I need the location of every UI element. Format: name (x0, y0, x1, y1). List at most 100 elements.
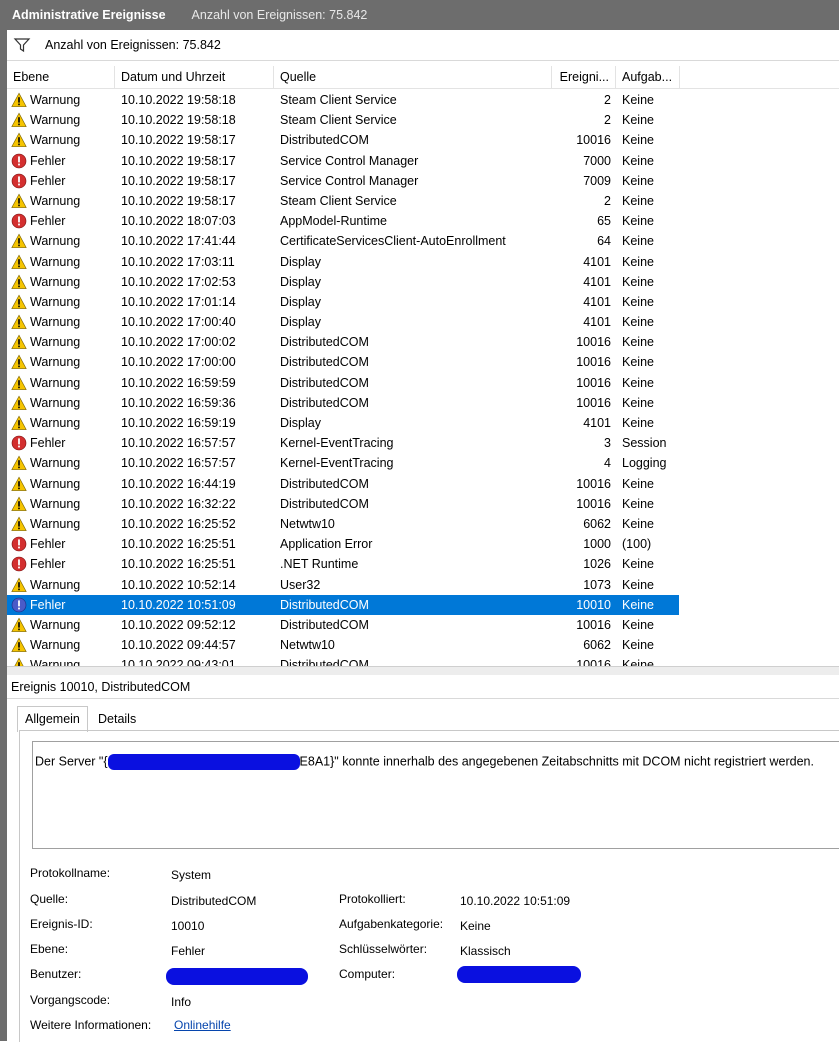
event-row[interactable]: Warnung 10.10.2022 09:44:57 Netwtw10 6062 Ke… (7, 635, 839, 655)
event-row[interactable]: Warnung 10.10.2022 16:59:36 DistributedCOM… (7, 393, 839, 413)
cell-event-id: 10016 (576, 658, 611, 666)
cell-datetime: 10.10.2022 16:59:36 (121, 395, 236, 410)
label-event-id: Ereignis-ID: (30, 917, 93, 931)
level-text: Warnung (30, 355, 81, 370)
cell-event-id: 2 (604, 193, 611, 208)
value-source: DistributedCOM (171, 894, 257, 908)
column-header-datetime[interactable]: Datum und Uhrzeit (115, 66, 274, 88)
tab-details[interactable]: Details (91, 709, 143, 730)
warning-icon (11, 132, 27, 148)
label-level: Ebene: (30, 942, 69, 956)
cell-datetime: 10.10.2022 17:03:11 (121, 254, 235, 269)
cell-event-id: 4101 (583, 254, 611, 269)
cell-source: Application Error (280, 537, 373, 552)
filter-count-text: Anzahl von Ereignissen: 75.842 (45, 38, 221, 52)
cell-source: Service Control Manager (280, 153, 419, 168)
label-source: Quelle: (30, 892, 69, 906)
cell-task: Keine (622, 658, 654, 666)
event-row[interactable]: Warnung 10.10.2022 17:01:14 Display 4101 Kei… (7, 292, 839, 312)
event-message-box[interactable]: Der Server "{E8A1}" konnte innerhalb des… (32, 741, 839, 849)
cell-source: Steam Client Service (280, 193, 397, 208)
redaction-mark-user (166, 968, 308, 985)
cell-datetime: 10.10.2022 17:00:40 (121, 315, 236, 330)
cell-datetime: 10.10.2022 10:52:14 (121, 577, 236, 592)
events-grid[interactable]: Ebene Datum und Uhrzeit Quelle Ereigni..… (7, 66, 839, 666)
cell-source: DistributedCOM (280, 658, 369, 666)
event-row[interactable]: Warnung 10.10.2022 19:58:17 Steam Client S… (7, 191, 839, 211)
label-keywords: Schlüsselwörter: (339, 942, 428, 956)
value-task-category: Keine (460, 919, 491, 933)
cell-task: Keine (622, 113, 654, 128)
event-row[interactable]: Fehler 10.10.2022 10:51:09 DistributedCOM 1… (7, 594, 679, 615)
cell-event-id: 64 (597, 234, 611, 249)
event-row[interactable]: Fehler 10.10.2022 19:58:17 Service Control… (7, 171, 839, 191)
event-row[interactable]: Warnung 10.10.2022 16:44:19 DistributedCOM… (7, 474, 839, 494)
level-text: Warnung (30, 496, 81, 511)
label-more-info: Weitere Informationen: (30, 1018, 152, 1032)
cell-level: Fehler (11, 433, 113, 453)
event-row[interactable]: Warnung 10.10.2022 17:03:11 Display 4101 Kei… (7, 252, 839, 272)
window-title: Administrative Ereignisse (12, 8, 166, 22)
event-row[interactable]: Warnung 10.10.2022 17:00:40 Display 4101 Kei… (7, 312, 839, 332)
event-row[interactable]: Warnung 10.10.2022 16:25:52 Netwtw10 6062 Ke… (7, 514, 839, 534)
window-subtitle: Anzahl von Ereignissen: 75.842 (191, 8, 368, 22)
cell-event-id: 2 (604, 113, 611, 128)
event-row[interactable]: Warnung 10.10.2022 19:58:17 DistributedCOM… (7, 130, 839, 150)
cell-level: Fehler (11, 151, 113, 171)
level-text: Fehler (30, 597, 66, 612)
cell-level: Fehler (11, 211, 113, 231)
cell-event-id: 7009 (583, 173, 611, 188)
cell-datetime: 10.10.2022 09:44:57 (121, 638, 236, 653)
event-row[interactable]: Fehler 10.10.2022 16:57:57 Kernel-EventTra… (7, 433, 839, 453)
cell-level: Warnung (11, 130, 113, 150)
redaction-mark-computer (457, 966, 581, 983)
event-row[interactable]: Warnung 10.10.2022 10:52:14 User32 1073 Kein… (7, 575, 839, 595)
event-row[interactable]: Warnung 10.10.2022 16:59:59 DistributedCOM… (7, 373, 839, 393)
cell-source: Kernel-EventTracing (280, 436, 394, 451)
event-row[interactable]: Warnung 10.10.2022 17:00:00 DistributedCOM… (7, 352, 839, 372)
event-row[interactable]: Warnung 10.10.2022 16:32:22 DistributedCOM… (7, 494, 839, 514)
label-opcode: Vorgangscode: (30, 993, 111, 1007)
warning-icon (11, 577, 27, 593)
column-header-level[interactable]: Ebene (7, 66, 115, 88)
cell-datetime: 10.10.2022 16:32:22 (121, 496, 236, 511)
event-row[interactable]: Warnung 10.10.2022 19:58:18 Steam Client S… (7, 90, 839, 110)
event-row[interactable]: Warnung 10.10.2022 16:59:19 Display 4101 Kei… (7, 413, 839, 433)
column-header-source[interactable]: Quelle (274, 66, 552, 88)
event-row[interactable]: Warnung 10.10.2022 09:52:12 DistributedCOM… (7, 615, 839, 635)
cell-task: Keine (622, 214, 654, 229)
event-row[interactable]: Warnung 10.10.2022 17:00:02 DistributedCOM… (7, 332, 839, 352)
cell-task: Keine (622, 476, 654, 491)
event-row[interactable]: Warnung 10.10.2022 17:41:44 CertificateSer… (7, 231, 839, 251)
level-text: Warnung (30, 638, 81, 653)
event-row[interactable]: Warnung 10.10.2022 19:58:18 Steam Client S… (7, 110, 839, 130)
event-row[interactable]: Fehler 10.10.2022 16:25:51 Application Err… (7, 534, 839, 554)
level-text: Warnung (30, 113, 81, 128)
level-text: Warnung (30, 93, 81, 107)
event-row[interactable]: Fehler 10.10.2022 19:58:17 Service Control… (7, 151, 839, 171)
event-row[interactable]: Fehler 10.10.2022 18:07:03 AppModel-Runtim… (7, 211, 839, 231)
level-text: Warnung (30, 315, 81, 330)
cell-datetime: 10.10.2022 16:59:19 (121, 416, 236, 430)
cell-event-id: 4101 (583, 294, 611, 309)
column-header-task[interactable]: Aufgab... (616, 66, 680, 88)
event-row[interactable]: Warnung 10.10.2022 09:43:01 DistributedCOM… (7, 655, 839, 666)
error-icon (11, 213, 27, 229)
level-text: Warnung (30, 516, 81, 531)
cell-task: Keine (622, 375, 654, 390)
event-row[interactable]: Warnung 10.10.2022 16:57:57 Kernel-EventTr… (7, 453, 839, 473)
column-header-event-id[interactable]: Ereigni... (552, 66, 616, 88)
cell-event-id: 10010 (576, 597, 611, 612)
cell-event-id: 10016 (576, 375, 611, 390)
event-row[interactable]: Warnung 10.10.2022 17:02:53 Display 4101 Kei… (7, 272, 839, 292)
event-row[interactable]: Fehler 10.10.2022 16:25:51 .NET Runtime 102… (7, 554, 839, 574)
level-text: Warnung (30, 395, 81, 410)
cell-datetime: 10.10.2022 09:52:12 (121, 617, 236, 632)
level-text: Warnung (30, 133, 81, 148)
cell-task: Keine (622, 315, 654, 330)
cell-level: Warnung (11, 453, 113, 473)
label-computer: Computer: (339, 967, 396, 981)
tab-allgemein[interactable]: Allgemein (17, 706, 88, 732)
onlinehilfe-link[interactable]: Onlinehilfe (174, 1018, 231, 1032)
filter-funnel-icon[interactable] (13, 37, 31, 53)
